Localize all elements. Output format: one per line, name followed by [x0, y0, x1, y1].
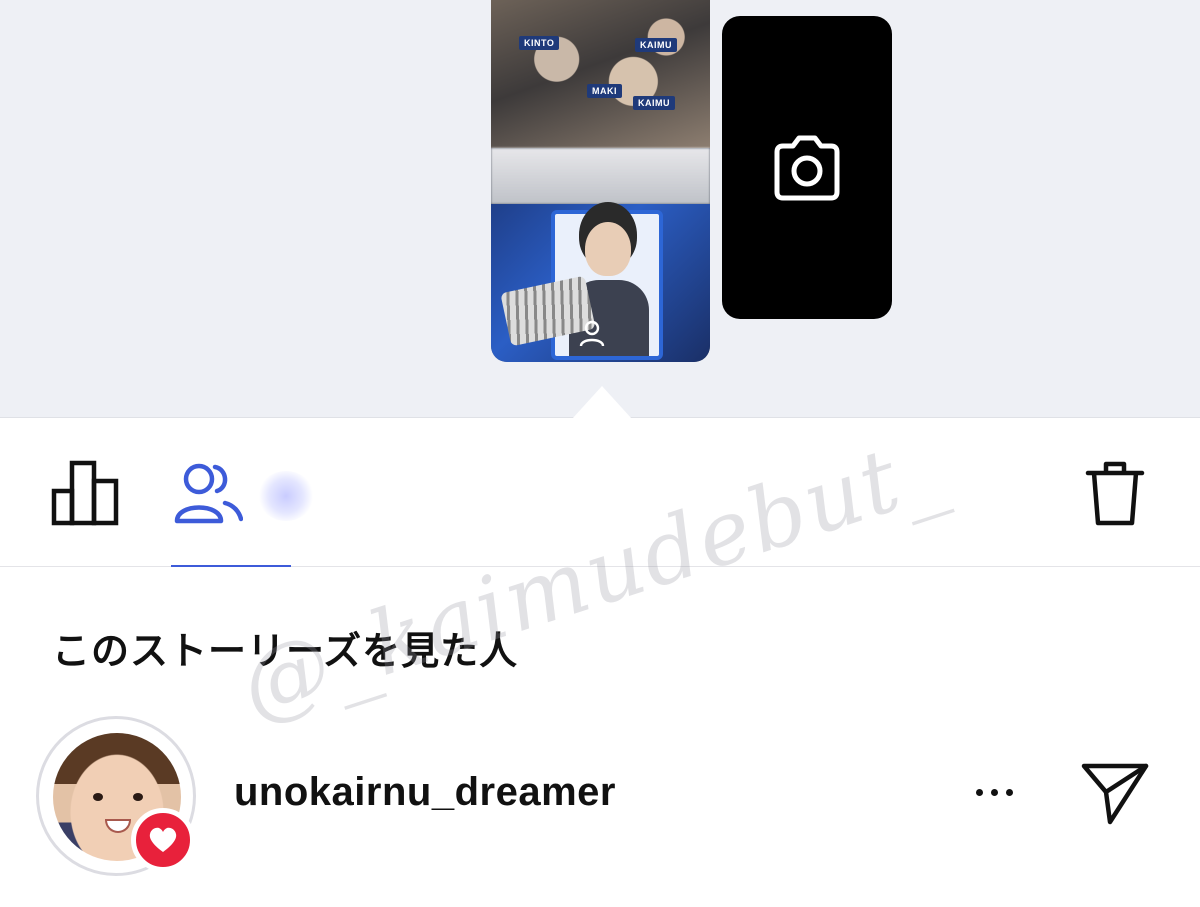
insights-button[interactable] — [50, 459, 120, 532]
selection-pointer — [572, 386, 632, 419]
active-tab-indicator — [171, 565, 291, 567]
blurred-count — [258, 471, 314, 521]
trash-icon — [1085, 461, 1145, 526]
camera-icon — [774, 135, 840, 200]
like-badge — [131, 808, 195, 872]
story-preview-area: KINTO KAIMU MAKI KAIMU — [0, 0, 1200, 419]
viewer-list-item[interactable]: unokairnu_dreamer — [0, 712, 1200, 876]
dot — [990, 788, 998, 796]
dot — [975, 788, 983, 796]
delete-story-button[interactable] — [1084, 459, 1146, 532]
nametag: MAKI — [587, 84, 622, 98]
person-icon — [579, 320, 605, 347]
heart-icon — [149, 827, 177, 852]
add-story-camera-button[interactable] — [722, 16, 892, 319]
paper-plane-icon — [1081, 763, 1149, 825]
more-options-button[interactable] — [962, 772, 1026, 812]
viewers-section-title: このストーリーズを見た人 — [52, 631, 519, 673]
nametag: KAIMU — [633, 96, 675, 110]
blurred-caption — [491, 148, 710, 204]
viewers-tab[interactable] — [171, 459, 244, 532]
story-thumbnail[interactable]: KINTO KAIMU MAKI KAIMU — [491, 0, 710, 362]
bar-chart-icon — [51, 460, 119, 526]
send-message-button[interactable] — [1080, 760, 1150, 831]
people-icon — [174, 463, 244, 524]
nametag: KAIMU — [635, 38, 677, 52]
dot — [1005, 788, 1013, 796]
story-photo-top: KINTO KAIMU MAKI KAIMU — [491, 0, 710, 148]
story-toolbar — [0, 419, 1200, 567]
nametag: KINTO — [519, 36, 560, 50]
viewer-username[interactable]: unokairnu_dreamer — [234, 770, 616, 815]
